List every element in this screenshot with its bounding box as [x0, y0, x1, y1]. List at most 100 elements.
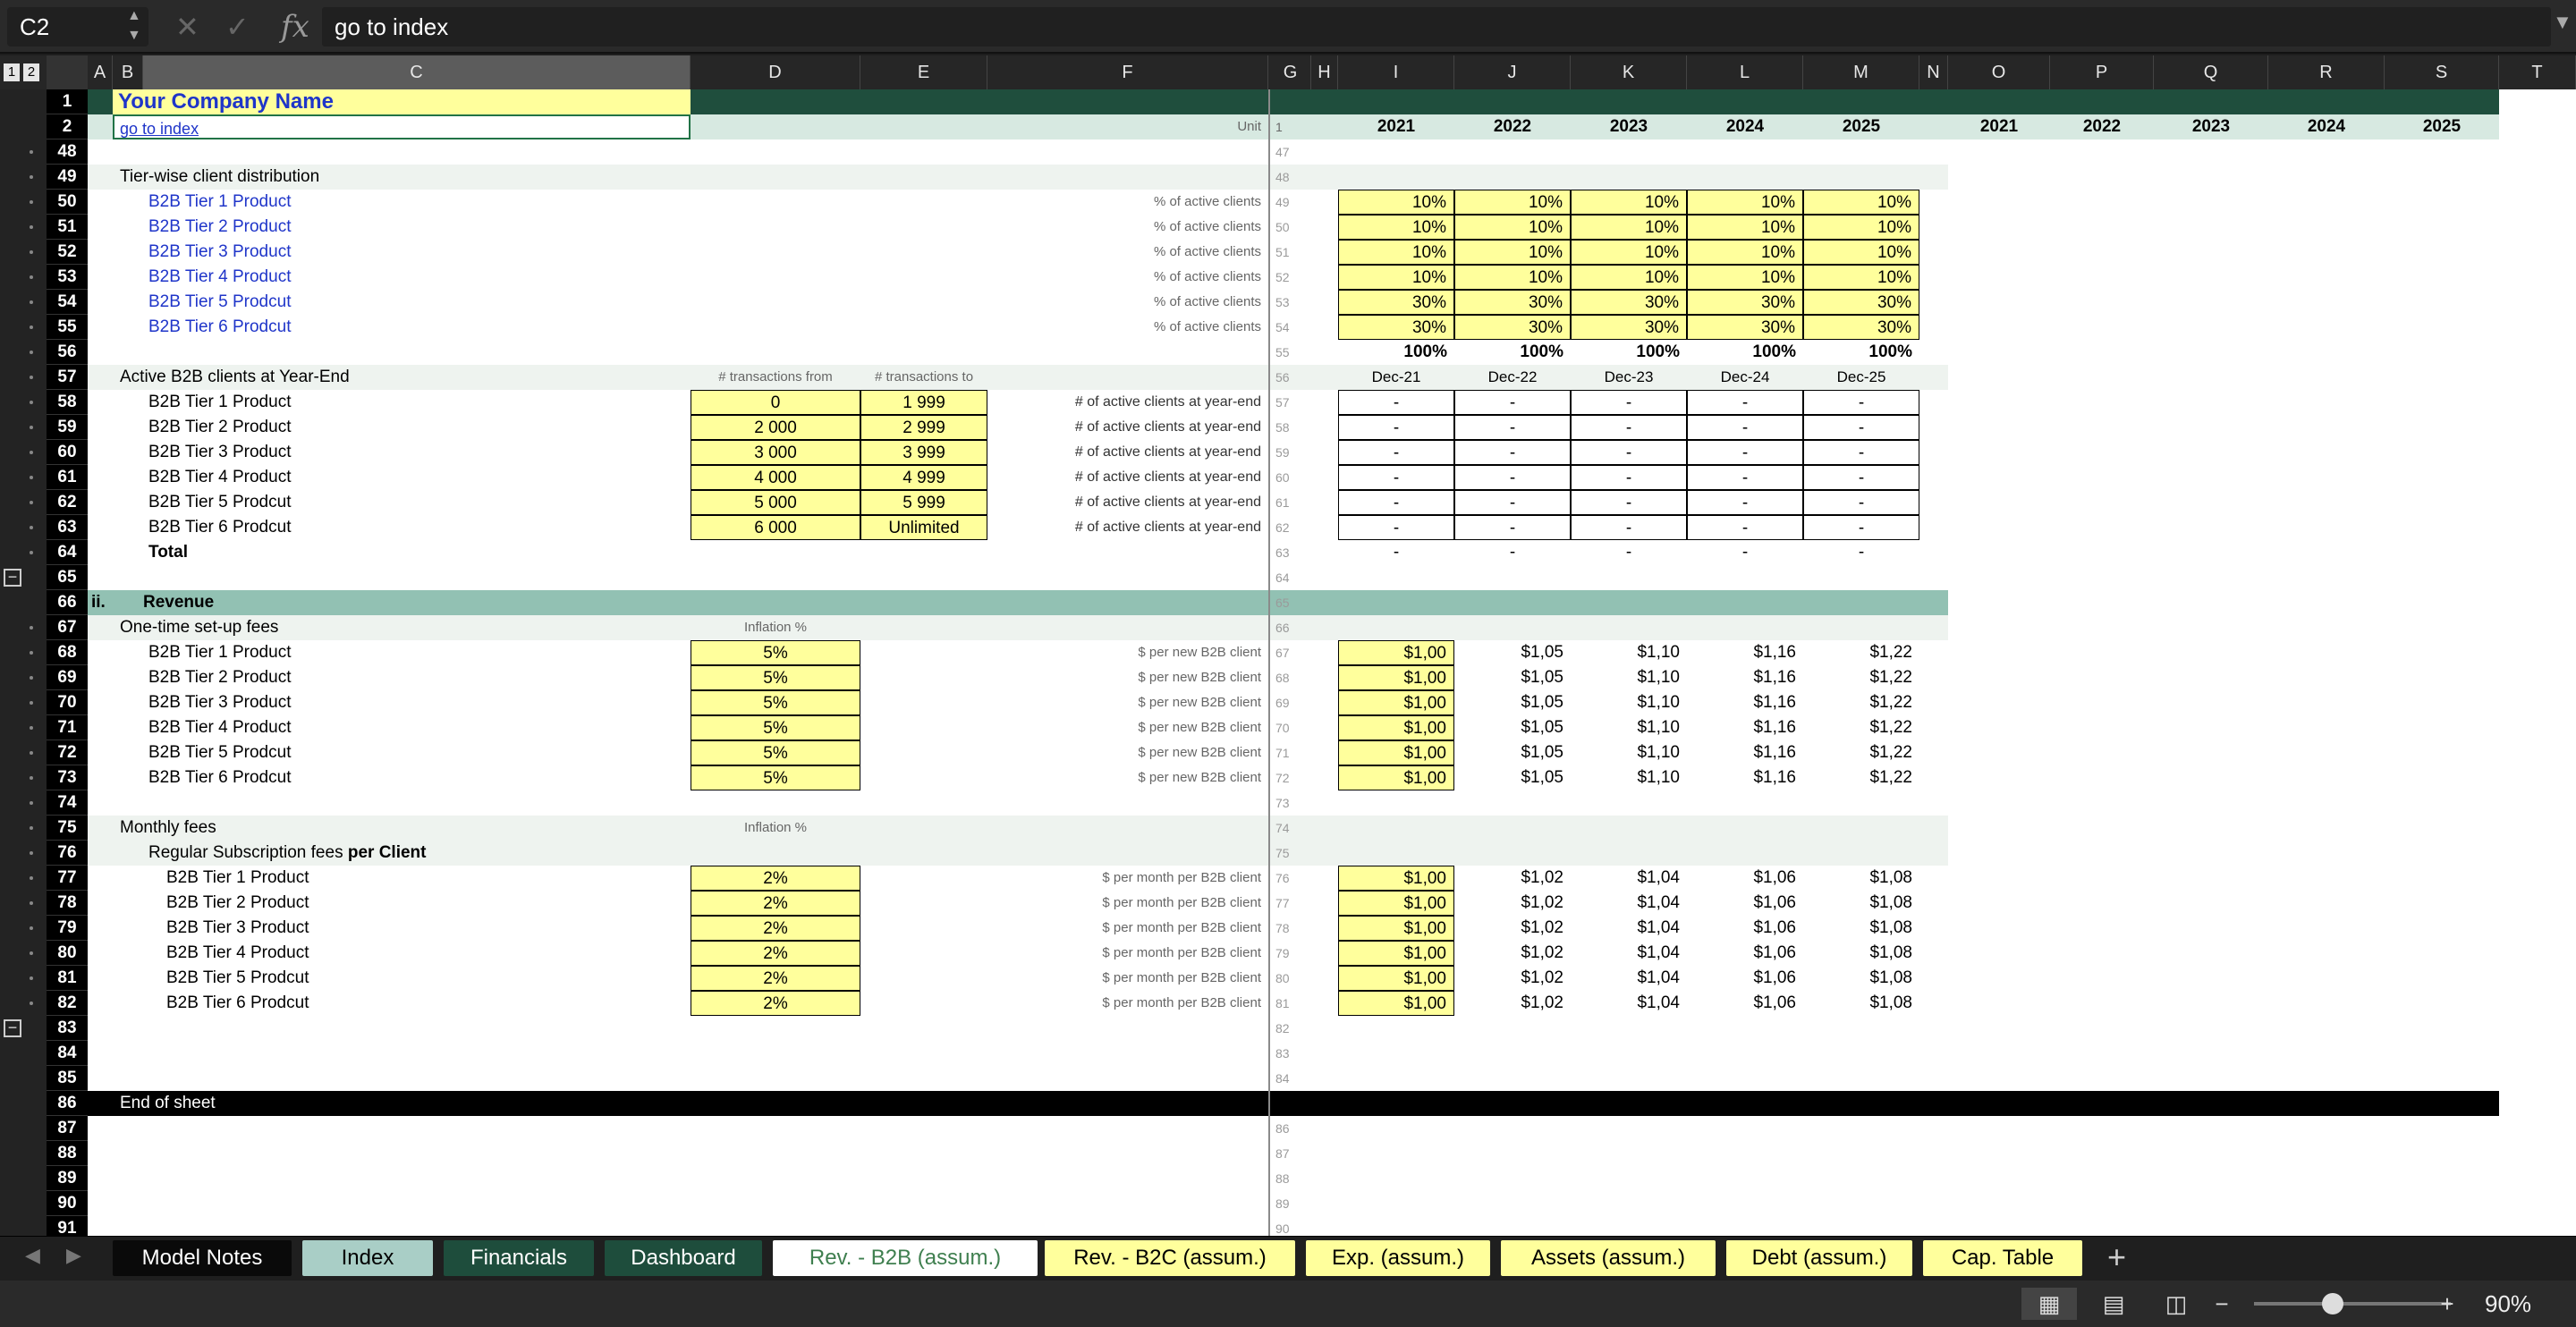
transactions-to-input[interactable]: 2 999: [860, 415, 987, 440]
column-header-l[interactable]: L: [1687, 55, 1803, 89]
row-header[interactable]: 83: [47, 1016, 88, 1041]
inflation-input[interactable]: 2%: [691, 941, 860, 966]
formula-expand-icon[interactable]: ▼: [2553, 11, 2572, 34]
monthly-fee-input[interactable]: $1,00: [1338, 916, 1454, 941]
tab-scroll-left-icon[interactable]: ◀: [25, 1244, 40, 1267]
inflation-input[interactable]: 5%: [691, 715, 860, 740]
inflation-input[interactable]: 5%: [691, 665, 860, 690]
tab-index[interactable]: Index: [302, 1240, 433, 1276]
distribution-input[interactable]: 10%: [1687, 240, 1803, 265]
row-header[interactable]: 63: [47, 515, 88, 540]
distribution-input[interactable]: 10%: [1571, 265, 1687, 290]
zoom-slider-knob[interactable]: [2322, 1293, 2343, 1314]
row-header[interactable]: 74: [47, 790, 88, 816]
inflation-input[interactable]: 5%: [691, 640, 860, 665]
column-header-p[interactable]: P: [2050, 55, 2154, 89]
row-header[interactable]: 91: [47, 1216, 88, 1236]
tab-rev-b2b-assum-[interactable]: Rev. - B2B (assum.): [773, 1240, 1038, 1276]
name-box-down-icon[interactable]: ▼: [127, 29, 141, 43]
monthly-fee-input[interactable]: $1,00: [1338, 941, 1454, 966]
row-header[interactable]: 84: [47, 1041, 88, 1066]
column-header-b[interactable]: B: [113, 55, 143, 89]
row-header[interactable]: 65: [47, 565, 88, 590]
zoom-in-icon[interactable]: +: [2429, 1288, 2465, 1320]
setup-fee-input[interactable]: $1,00: [1338, 715, 1454, 740]
row-header[interactable]: 73: [47, 765, 88, 790]
column-header-e[interactable]: E: [860, 55, 987, 89]
transactions-to-input[interactable]: 4 999: [860, 465, 987, 490]
row-header[interactable]: 58: [47, 390, 88, 415]
row-header[interactable]: 82: [47, 991, 88, 1016]
row-header[interactable]: 48: [47, 139, 88, 165]
page-break-preview-icon[interactable]: ◫: [2148, 1288, 2204, 1320]
column-header-i[interactable]: I: [1338, 55, 1454, 89]
setup-fee-input[interactable]: $1,00: [1338, 640, 1454, 665]
column-header-r[interactable]: R: [2268, 55, 2385, 89]
distribution-input[interactable]: 30%: [1687, 315, 1803, 340]
distribution-input[interactable]: 30%: [1338, 315, 1454, 340]
column-header-k[interactable]: K: [1571, 55, 1687, 89]
distribution-input[interactable]: 30%: [1454, 290, 1571, 315]
column-header-g[interactable]: G: [1270, 55, 1311, 89]
distribution-input[interactable]: 30%: [1454, 315, 1571, 340]
row-header[interactable]: 59: [47, 415, 88, 440]
inflation-input[interactable]: 2%: [691, 916, 860, 941]
tab-cap-table[interactable]: Cap. Table: [1923, 1240, 2082, 1276]
distribution-input[interactable]: 10%: [1454, 190, 1571, 215]
tab-dashboard[interactable]: Dashboard: [605, 1240, 762, 1276]
outline-collapse-button[interactable]: −: [4, 569, 21, 587]
distribution-input[interactable]: 30%: [1338, 290, 1454, 315]
row-header[interactable]: 51: [47, 215, 88, 240]
distribution-input[interactable]: 30%: [1803, 315, 1919, 340]
row-header[interactable]: 69: [47, 665, 88, 690]
column-header-q[interactable]: Q: [2154, 55, 2268, 89]
row-header[interactable]: 88: [47, 1141, 88, 1166]
column-header-d[interactable]: D: [691, 55, 860, 89]
column-header-c[interactable]: C: [143, 55, 691, 89]
monthly-fee-input[interactable]: $1,00: [1338, 866, 1454, 891]
row-header[interactable]: 53: [47, 265, 88, 290]
row-header[interactable]: 60: [47, 440, 88, 465]
distribution-input[interactable]: 30%: [1571, 290, 1687, 315]
page-layout-icon[interactable]: ▤: [2086, 1288, 2141, 1320]
tab-rev-b2c-assum-[interactable]: Rev. - B2C (assum.): [1045, 1240, 1295, 1276]
name-box-up-icon[interactable]: ▲: [127, 9, 141, 23]
row-header[interactable]: 77: [47, 866, 88, 891]
distribution-input[interactable]: 10%: [1687, 215, 1803, 240]
monthly-fee-input[interactable]: $1,00: [1338, 991, 1454, 1016]
distribution-input[interactable]: 30%: [1571, 315, 1687, 340]
column-header-a[interactable]: A: [88, 55, 113, 89]
cancel-icon[interactable]: ✕: [175, 11, 199, 43]
distribution-input[interactable]: 30%: [1803, 290, 1919, 315]
inflation-input[interactable]: 2%: [691, 891, 860, 916]
formula-input[interactable]: go to index: [322, 7, 2551, 46]
select-all-corner[interactable]: [47, 55, 88, 89]
distribution-input[interactable]: 10%: [1338, 265, 1454, 290]
column-header-t[interactable]: T: [2499, 55, 2576, 89]
inflation-input[interactable]: 2%: [691, 866, 860, 891]
transactions-from-input[interactable]: 2 000: [691, 415, 860, 440]
zoom-out-icon[interactable]: −: [2204, 1288, 2240, 1320]
tab-model-notes[interactable]: Model Notes: [113, 1240, 292, 1276]
distribution-input[interactable]: 10%: [1571, 240, 1687, 265]
distribution-input[interactable]: 10%: [1338, 190, 1454, 215]
normal-view-icon[interactable]: ▦: [2021, 1288, 2077, 1320]
inflation-input[interactable]: 2%: [691, 991, 860, 1016]
row-header[interactable]: 70: [47, 690, 88, 715]
transactions-from-input[interactable]: 0: [691, 390, 860, 415]
transactions-to-input[interactable]: 1 999: [860, 390, 987, 415]
distribution-input[interactable]: 10%: [1454, 215, 1571, 240]
add-sheet-button[interactable]: +: [2107, 1238, 2126, 1276]
row-header[interactable]: 87: [47, 1116, 88, 1141]
monthly-fee-input[interactable]: $1,00: [1338, 891, 1454, 916]
confirm-icon[interactable]: ✓: [225, 11, 250, 43]
row-header[interactable]: 75: [47, 816, 88, 841]
row-header[interactable]: 57: [47, 365, 88, 390]
distribution-input[interactable]: 10%: [1687, 190, 1803, 215]
column-header-s[interactable]: S: [2385, 55, 2499, 89]
distribution-input[interactable]: 10%: [1803, 215, 1919, 240]
row-header[interactable]: 72: [47, 740, 88, 765]
transactions-to-input[interactable]: Unlimited: [860, 515, 987, 540]
distribution-input[interactable]: 10%: [1454, 240, 1571, 265]
row-header[interactable]: 66: [47, 590, 88, 615]
